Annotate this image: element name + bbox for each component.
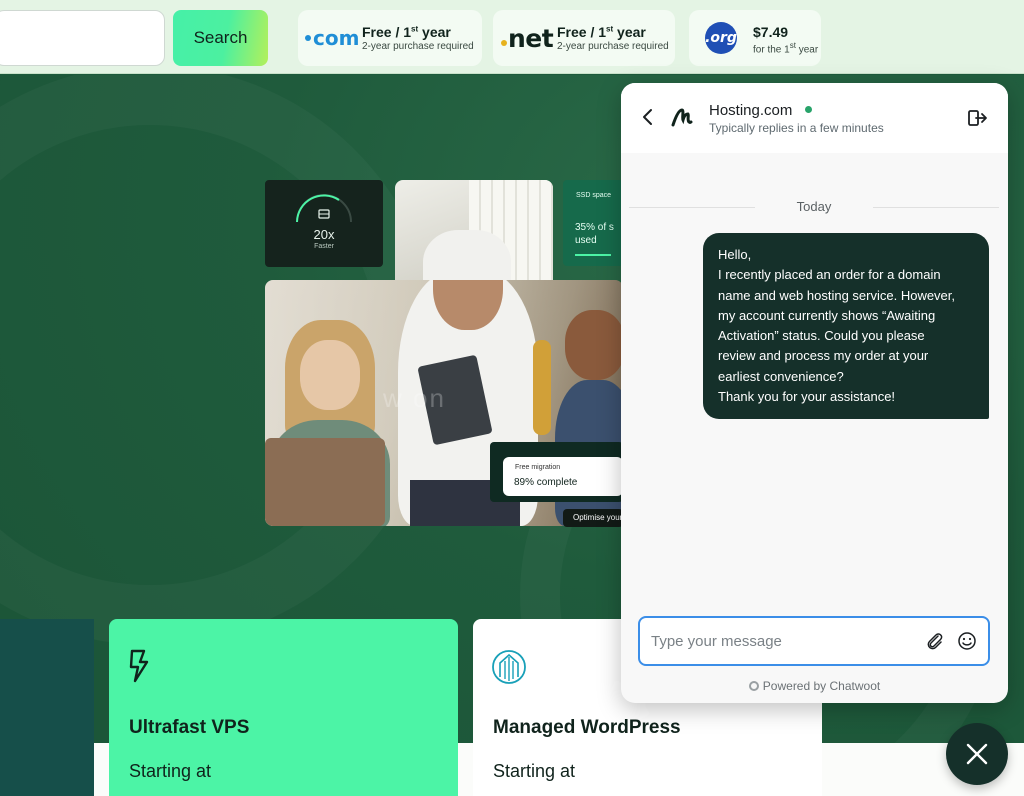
ssd-value: 35% of s [575,222,614,233]
message-line: Thank you for your assistance! [718,389,896,405]
hosting-logo-icon [671,108,693,127]
org-note: for the 1st year [753,41,819,56]
com-note: 2-year purchase required [362,41,474,52]
chat-agent-name: Hosting.com [709,102,793,119]
message-line: my account currently shows “Awaiting [718,307,936,323]
product-card-vps[interactable]: Ultrafast VPS Starting at [109,619,458,796]
com-logo: com [305,10,359,66]
online-status-dot [805,106,812,113]
close-icon [966,743,988,765]
ssd-title: SSD space [576,192,612,199]
tld-card-net[interactable]: net Free / 1st year 2-year purchase requ… [493,10,675,66]
message-line: review and process my order at your [718,348,929,364]
product-starting-label: Starting at [493,761,576,781]
message-composer [638,616,990,666]
message-line: name and web hosting service. However, [718,287,956,303]
optimise-chip: Optimise your [563,509,623,527]
ssd-progress [575,254,611,256]
product-title: Managed WordPress [493,717,681,738]
ssd-tile: SSD space 35% of s used [563,180,623,266]
message-input[interactable] [651,631,911,651]
end-conversation-icon[interactable] [966,107,988,129]
product-starting-label: Starting at [129,761,212,781]
domain-search-bar: Search com Free / 1st year 2-year purcha… [0,0,1024,74]
search-button[interactable]: Search [173,10,268,66]
paperclip-icon[interactable] [925,631,945,651]
user-message-bubble: Hello, I recently placed an order for a … [703,233,989,419]
powered-by-link[interactable]: Powered by Chatwoot [621,679,1008,693]
lightning-icon [129,649,149,683]
chat-header: Hosting.com Typically replies in a few m… [621,83,1008,153]
migration-title: Free migration [515,464,561,471]
net-price: Free / 1st year [557,24,646,40]
emoji-icon[interactable] [957,631,977,651]
date-label: Today [796,199,832,214]
migration-tile: Free migration 89% complete [503,457,623,496]
chat-widget: Hosting.com Typically replies in a few m… [621,83,1008,703]
message-line: Hello, [718,247,752,262]
close-chat-button[interactable] [946,723,1008,785]
product-title: Ultrafast VPS [129,717,250,738]
speed-tile: 20x Faster [265,180,383,267]
org-logo: .org [705,10,737,66]
domain-search-input[interactable] [0,10,165,66]
product-card-edge [0,619,94,796]
message-line: Activation” status. Could you please [718,328,925,344]
net-logo: net [501,10,554,66]
speed-value: 20x [313,227,335,242]
powered-by-label: Powered by Chatwoot [762,679,881,693]
tld-card-com[interactable]: com Free / 1st year 2-year purchase requ… [298,10,482,66]
message-line: I recently placed an order for a domain [718,267,941,283]
watermark: w on [383,383,446,413]
chatwoot-icon [748,681,759,691]
chat-reply-time: Typically replies in a few minutes [709,121,884,135]
date-separator: Today [629,199,999,217]
wordpress-building-icon [492,650,526,684]
speed-gauge-icon [296,194,352,223]
speed-label: Faster [314,243,334,250]
tld-card-org[interactable]: .org $7.49 for the 1st year [689,10,821,66]
net-note: 2-year purchase required [557,41,669,52]
org-price: $7.49 [753,24,789,40]
message-line: earliest convenience? [718,368,844,384]
migration-value: 89% complete [514,477,578,488]
optimise-label: Optimise your [573,513,623,522]
back-arrow-icon[interactable] [637,106,659,128]
com-price: Free / 1st year [362,24,451,40]
ssd-value-2: used [575,235,597,246]
